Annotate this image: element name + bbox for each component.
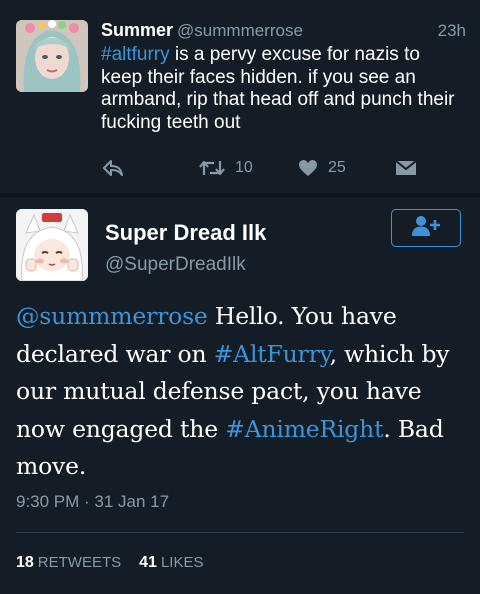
follow-button[interactable] bbox=[391, 209, 461, 247]
divider bbox=[16, 532, 464, 533]
display-name[interactable]: Super Dread Ilk bbox=[105, 220, 266, 246]
tweet-text: #altfurry is a pervy excuse for nazis to… bbox=[101, 44, 466, 134]
reply-icon bbox=[103, 159, 123, 177]
retweets-label: RETWEETS bbox=[37, 554, 122, 571]
heart-icon bbox=[298, 159, 318, 177]
mention-link[interactable]: @summmerrose bbox=[16, 302, 208, 330]
tweet-timestamp: 9:30 PM · 31 Jan 17 bbox=[16, 492, 170, 511]
tweet-divider bbox=[0, 193, 480, 197]
like-count: 25 bbox=[328, 159, 346, 176]
hashtag-link[interactable]: #AltFurry bbox=[214, 340, 330, 368]
add-user-icon bbox=[411, 215, 441, 242]
retweet-icon bbox=[199, 159, 225, 177]
direct-message-button[interactable] bbox=[395, 155, 417, 181]
display-name[interactable]: Summer bbox=[101, 20, 173, 40]
retweets-count: 18 bbox=[16, 554, 34, 571]
retweets-stat[interactable]: 18 RETWEETS bbox=[16, 554, 121, 571]
avatar-summer[interactable] bbox=[16, 20, 88, 92]
likes-stat[interactable]: 41 LIKES bbox=[139, 554, 203, 571]
likes-count: 41 bbox=[139, 554, 157, 571]
tweet-time[interactable]: 23h bbox=[438, 21, 466, 41]
direct-message-icon bbox=[395, 160, 417, 176]
avatar-superdreadilk[interactable] bbox=[16, 209, 88, 281]
likes-label: LIKES bbox=[160, 554, 204, 571]
tweet-actions: 10 25 bbox=[0, 155, 480, 181]
reply-button[interactable] bbox=[103, 155, 123, 181]
user-handle[interactable]: @summmerrose bbox=[177, 21, 303, 40]
retweet-button[interactable]: 10 bbox=[199, 155, 253, 181]
hashtag-link[interactable]: #AnimeRight bbox=[225, 415, 383, 443]
user-handle[interactable]: @SuperDreadIlk bbox=[105, 254, 246, 276]
tweet-text: @summmerrose Hello. You have declared wa… bbox=[16, 298, 471, 486]
like-button[interactable]: 25 bbox=[298, 155, 346, 181]
tweet-stats: 18 RETWEETS 41 LIKES bbox=[16, 554, 203, 572]
retweet-count: 10 bbox=[235, 159, 253, 176]
hashtag-link[interactable]: #altfurry bbox=[101, 44, 170, 65]
tweet-summer[interactable]: Summer @summmerrose 23h #altfurry is a pe… bbox=[0, 0, 480, 193]
tweet-header: Summer @summmerrose 23h bbox=[101, 20, 466, 44]
